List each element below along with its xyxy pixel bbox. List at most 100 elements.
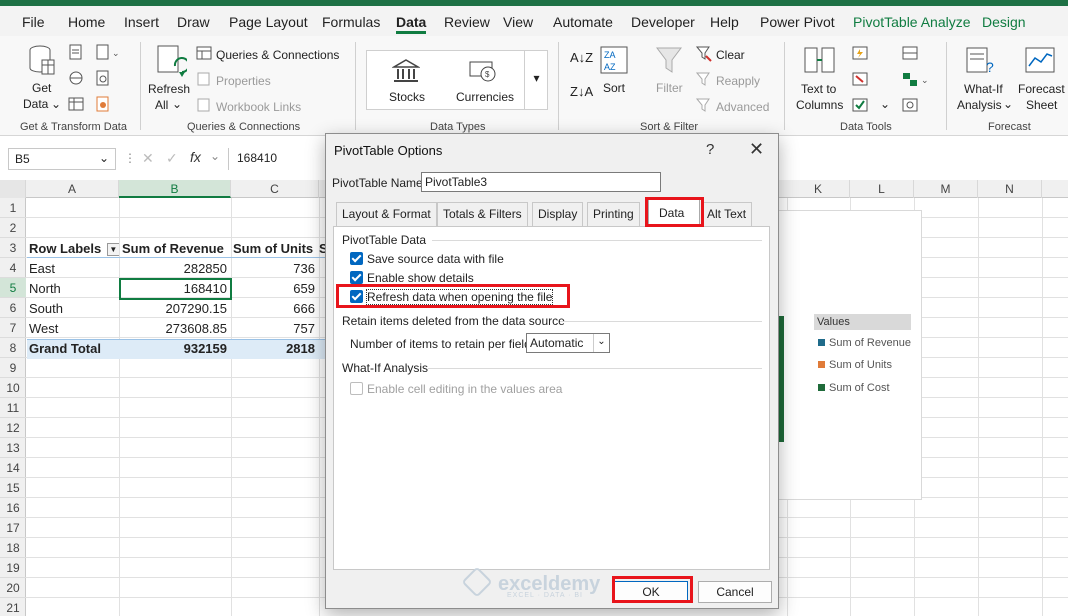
- column-header-n[interactable]: N: [978, 180, 1042, 198]
- column-header-k[interactable]: K: [787, 180, 850, 198]
- existing-connections-icon[interactable]: [95, 70, 111, 86]
- save-source-checkbox[interactable]: [350, 252, 363, 265]
- row-header[interactable]: 11: [0, 398, 26, 418]
- row-header[interactable]: 18: [0, 538, 26, 558]
- what-if-analysis-button[interactable]: What-If: [964, 82, 1003, 96]
- reapply-button[interactable]: Reapply: [716, 74, 760, 88]
- sort-za-icon[interactable]: Z↓A: [570, 84, 593, 99]
- from-picture-icon[interactable]: [95, 96, 111, 112]
- chevron-down-icon[interactable]: ⌄: [99, 151, 109, 165]
- row-header[interactable]: 6: [0, 298, 26, 318]
- queries-icon[interactable]: [196, 46, 212, 60]
- recent-sources-icon[interactable]: ⌄: [95, 44, 123, 60]
- data-model-icon[interactable]: [902, 98, 920, 114]
- tab-view[interactable]: View: [503, 14, 533, 30]
- chevron-down-icon[interactable]: ⌄: [880, 97, 890, 111]
- legend-item[interactable]: Sum of Units: [818, 359, 892, 371]
- legend-item[interactable]: Sum of Cost: [818, 382, 890, 394]
- sort-button[interactable]: Sort: [603, 81, 625, 95]
- tab-formulas[interactable]: Formulas: [322, 14, 380, 30]
- tab-printing[interactable]: Printing: [587, 202, 640, 226]
- formula-input[interactable]: 168410: [228, 148, 328, 170]
- relationships-icon[interactable]: ⌄: [902, 72, 930, 88]
- retain-items-select[interactable]: Automatic ⌄: [526, 333, 610, 353]
- row-header[interactable]: 10: [0, 378, 26, 398]
- pivot-grand-total-units[interactable]: 2818: [231, 339, 319, 359]
- row-header[interactable]: 9: [0, 358, 26, 378]
- pivot-grand-total-label[interactable]: Grand Total: [26, 339, 119, 359]
- table-range-icon[interactable]: [68, 96, 84, 112]
- tab-home[interactable]: Home: [68, 14, 105, 30]
- column-header-m[interactable]: M: [914, 180, 978, 198]
- row-header[interactable]: 20: [0, 578, 26, 598]
- tab-draw[interactable]: Draw: [177, 14, 210, 30]
- web-icon[interactable]: [68, 70, 84, 86]
- flash-fill-icon[interactable]: [852, 46, 870, 62]
- tab-help[interactable]: Help: [710, 14, 739, 30]
- pivot-cell-revenue[interactable]: 273608.85: [119, 319, 231, 339]
- pivot-header-units[interactable]: Sum of Units: [231, 239, 319, 259]
- cancel-entry-icon[interactable]: ✕: [142, 150, 154, 167]
- forecast-sheet-button[interactable]: Forecast: [1018, 82, 1065, 96]
- close-icon[interactable]: ✕: [749, 139, 764, 160]
- tab-review[interactable]: Review: [444, 14, 490, 30]
- row-header[interactable]: 4: [0, 258, 26, 278]
- text-csv-icon[interactable]: [68, 44, 84, 60]
- column-header-b[interactable]: B: [119, 180, 231, 198]
- pivot-header-row-labels[interactable]: Row Labels ▼: [26, 239, 119, 259]
- pivot-grand-total-revenue[interactable]: 932159: [119, 339, 231, 359]
- row-header[interactable]: 21: [0, 598, 26, 616]
- data-types-more-button[interactable]: ▾: [524, 50, 548, 110]
- column-header-l[interactable]: L: [850, 180, 914, 198]
- pivot-cell-units[interactable]: 666: [231, 299, 319, 319]
- tab-automate[interactable]: Automate: [553, 14, 613, 30]
- row-header[interactable]: 12: [0, 418, 26, 438]
- pivot-cell-revenue[interactable]: 282850: [119, 259, 231, 279]
- forecast-sheet-label2[interactable]: Sheet: [1026, 98, 1057, 112]
- workbook-links-button[interactable]: Workbook Links: [216, 100, 301, 114]
- pivot-cell-units[interactable]: 659: [231, 279, 319, 299]
- row-header[interactable]: 16: [0, 498, 26, 518]
- chart-series-bar[interactable]: [779, 316, 784, 442]
- refresh-all-label2[interactable]: All: [155, 98, 168, 112]
- tab-alt-text[interactable]: Alt Text: [701, 202, 753, 226]
- currencies-button[interactable]: Currencies: [456, 90, 514, 104]
- pivot-row-label[interactable]: East: [26, 259, 119, 279]
- stocks-button[interactable]: Stocks: [389, 90, 425, 104]
- text-to-columns-button[interactable]: Text to: [801, 82, 836, 96]
- row-header[interactable]: 3: [0, 238, 26, 258]
- tab-developer[interactable]: Developer: [631, 14, 695, 30]
- pivot-cell-units[interactable]: 757: [231, 319, 319, 339]
- get-data-label2[interactable]: Data: [23, 97, 48, 111]
- tab-page-layout[interactable]: Page Layout: [229, 14, 308, 30]
- tab-totals-filters[interactable]: Totals & Filters: [437, 202, 528, 226]
- confirm-entry-icon[interactable]: ✓: [166, 150, 178, 167]
- cancel-button[interactable]: Cancel: [698, 581, 772, 603]
- filter-button[interactable]: Filter: [656, 81, 683, 95]
- pivot-cell-units[interactable]: 736: [231, 259, 319, 279]
- column-header-c[interactable]: C: [231, 180, 319, 198]
- data-validation-icon[interactable]: [852, 98, 870, 114]
- tab-design[interactable]: Design: [982, 14, 1026, 30]
- pivot-chart[interactable]: [778, 210, 922, 500]
- consolidate-icon[interactable]: [902, 46, 920, 62]
- chevron-down-icon[interactable]: ⌄: [1003, 97, 1013, 111]
- pivottable-name-input[interactable]: PivotTable3: [421, 172, 661, 192]
- row-header[interactable]: 13: [0, 438, 26, 458]
- row-header[interactable]: 14: [0, 458, 26, 478]
- advanced-button[interactable]: Advanced: [716, 100, 769, 114]
- tab-display[interactable]: Display: [532, 202, 584, 226]
- row-header[interactable]: 7: [0, 318, 26, 338]
- row-header[interactable]: 2: [0, 218, 26, 238]
- row-header[interactable]: 5: [0, 278, 26, 298]
- row-header[interactable]: 19: [0, 558, 26, 578]
- refresh-all-button[interactable]: Refresh: [148, 82, 190, 96]
- sort-az-icon[interactable]: A↓Z: [570, 50, 593, 65]
- tab-power-pivot[interactable]: Power Pivot: [760, 14, 835, 30]
- text-to-columns-label2[interactable]: Columns: [796, 98, 843, 112]
- filter-dropdown-icon[interactable]: ▼: [106, 243, 119, 256]
- chevron-down-icon[interactable]: ⌄: [593, 334, 609, 352]
- what-if-analysis-label2[interactable]: Analysis: [957, 98, 1002, 112]
- select-all-button[interactable]: [0, 180, 26, 198]
- tab-data[interactable]: Data: [396, 14, 426, 30]
